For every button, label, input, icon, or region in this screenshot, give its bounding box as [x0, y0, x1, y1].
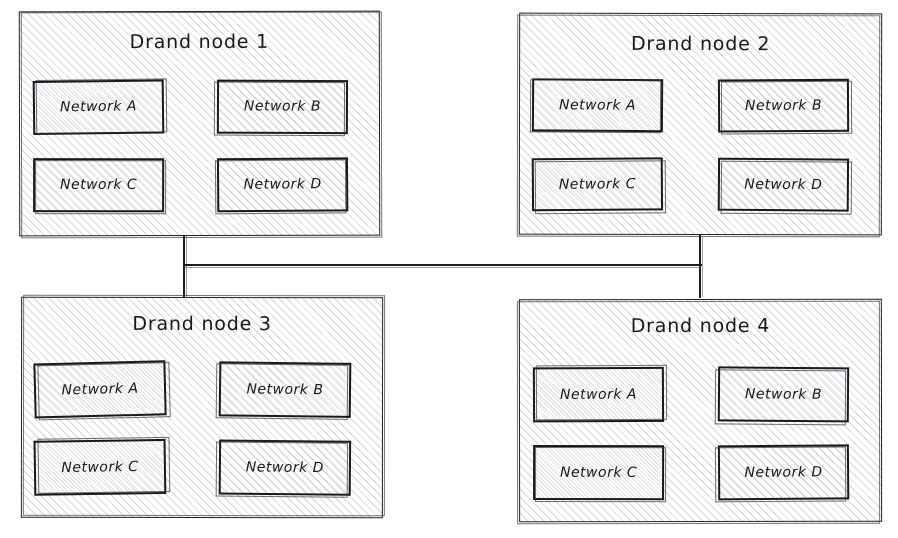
node-title: Drand node 4: [630, 314, 771, 338]
network-box-a[interactable]: Network A: [33, 360, 171, 421]
network-box-a[interactable]: Network A: [532, 364, 668, 423]
network-label: Network C: [559, 464, 638, 481]
drand-node-2[interactable]: Drand node 2 Network A Network B Network…: [516, 12, 883, 238]
connector-node2-vertical-ghost: [702, 237, 704, 297]
network-label: Network A: [61, 380, 139, 398]
network-label: Network A: [59, 98, 138, 116]
network-box-d[interactable]: Network D: [215, 439, 352, 498]
network-label: Network C: [60, 176, 138, 193]
node-title: Drand node 1: [129, 30, 270, 54]
network-box-c[interactable]: Network C: [531, 157, 667, 215]
network-box-c[interactable]: Network C: [533, 445, 667, 503]
network-label: Network C: [558, 175, 637, 193]
network-label: Network A: [558, 96, 637, 114]
network-box-d[interactable]: Network D: [714, 444, 850, 503]
node-title: Drand node 3: [132, 312, 272, 336]
network-box-b[interactable]: Network B: [213, 79, 349, 137]
network-label: Network D: [243, 176, 322, 193]
drand-node-3[interactable]: Drand node 3 Network A Network B Network…: [20, 294, 386, 519]
network-box-c[interactable]: Network C: [33, 436, 171, 496]
network-label: Network B: [744, 97, 823, 114]
network-label: Network B: [243, 98, 321, 115]
connector-bus-horizontal: [183, 264, 702, 267]
network-box-d[interactable]: Network D: [717, 157, 853, 215]
network-box-b[interactable]: Network B: [717, 78, 853, 135]
network-box-b[interactable]: Network B: [215, 361, 352, 420]
network-box-a[interactable]: Network A: [32, 78, 168, 135]
network-label: Network D: [245, 458, 325, 476]
drand-node-1[interactable]: Drand node 1 Network A Network B Network…: [18, 10, 383, 239]
drand-node-4[interactable]: Drand node 4 Network A Network B Network…: [516, 298, 883, 525]
network-box-b[interactable]: Network B: [714, 366, 850, 426]
diagram-canvas: Drand node 1 Network A Network B Network…: [0, 0, 898, 538]
network-label: Network B: [744, 385, 823, 403]
node-title: Drand node 2: [630, 32, 771, 56]
connector-bus-horizontal-ghost: [185, 267, 701, 269]
network-box-c[interactable]: Network C: [33, 158, 167, 215]
network-label: Network B: [246, 380, 324, 398]
network-label: Network D: [744, 176, 823, 193]
network-label: Network D: [744, 463, 823, 481]
network-box-d[interactable]: Network D: [214, 157, 349, 215]
network-label: Network C: [61, 458, 139, 476]
network-label: Network A: [559, 386, 638, 403]
network-box-a[interactable]: Network A: [529, 78, 664, 134]
